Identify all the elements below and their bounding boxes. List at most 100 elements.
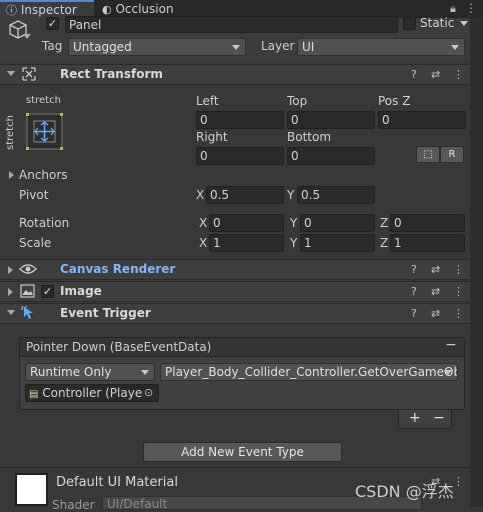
help-icon[interactable]: ? bbox=[411, 65, 417, 84]
static-label: Static bbox=[420, 16, 455, 30]
add-listener-button[interactable]: + bbox=[409, 410, 421, 426]
help-icon[interactable]: ? bbox=[411, 304, 417, 323]
static-checkbox[interactable] bbox=[403, 17, 416, 30]
event-entry-title: Pointer Down (BaseEventData) bbox=[26, 340, 212, 354]
rect-transform-icon bbox=[21, 66, 37, 82]
pivot-x-axis-label: X bbox=[196, 188, 205, 202]
rotation-y-axis-label: Y bbox=[290, 216, 298, 230]
layer-value: UI bbox=[302, 40, 315, 54]
tag-value: Untagged bbox=[73, 40, 132, 54]
scale-y-field[interactable]: 1 bbox=[300, 234, 375, 252]
posz-label: Pos Z bbox=[378, 94, 411, 108]
add-new-event-type-button[interactable]: Add New Event Type bbox=[143, 442, 342, 462]
canvas-renderer-title: Canvas Renderer bbox=[60, 262, 176, 276]
remove-listener-button[interactable]: − bbox=[433, 410, 445, 426]
shader-label: Shader bbox=[52, 498, 95, 512]
left-field[interactable]: 0 bbox=[196, 111, 284, 129]
runtime-mode-dropdown[interactable]: Runtime Only bbox=[25, 363, 155, 381]
event-trigger-title: Event Trigger bbox=[60, 306, 151, 320]
image-title: Image bbox=[60, 284, 102, 298]
blueprint-mode-button[interactable]: ⬚ bbox=[416, 146, 440, 163]
function-dropdown[interactable]: Player_Body_Collider_Controller.GetOverG… bbox=[160, 363, 458, 381]
static-dropdown[interactable] bbox=[458, 17, 470, 31]
anchor-preset-button[interactable] bbox=[26, 113, 63, 150]
rotation-x-field[interactable]: 0 bbox=[209, 214, 284, 232]
event-trigger-foldout[interactable] bbox=[7, 310, 15, 315]
eye-icon bbox=[19, 262, 37, 276]
help-icon[interactable]: ? bbox=[411, 282, 417, 301]
material-preview-swatch bbox=[15, 473, 48, 506]
layer-label: Layer bbox=[261, 39, 295, 53]
scale-y-axis-label: Y bbox=[290, 236, 298, 250]
occlusion-icon: ◐ bbox=[102, 3, 112, 16]
image-enabled-checkbox[interactable]: ✓ bbox=[41, 285, 54, 298]
scale-label: Scale bbox=[19, 236, 52, 250]
rotation-z-axis-label: Z bbox=[380, 216, 389, 230]
rotation-label: Rotation bbox=[19, 216, 70, 230]
watermark: CSDN @浮杰 bbox=[355, 482, 454, 501]
pivot-y-field[interactable]: 0.5 bbox=[297, 186, 375, 204]
component-menu-icon[interactable]: ⋮ bbox=[453, 282, 464, 301]
remove-event-button[interactable]: − bbox=[445, 337, 457, 353]
presets-icon[interactable]: ⇄ bbox=[431, 260, 440, 279]
component-menu-icon[interactable]: ⋮ bbox=[453, 260, 464, 279]
pivot-label: Pivot bbox=[19, 188, 49, 202]
function-value: Player_Body_Collider_Controller.GetOverG… bbox=[165, 365, 458, 379]
component-menu-icon[interactable]: ⋮ bbox=[453, 304, 464, 323]
layer-dropdown[interactable]: UI bbox=[297, 38, 465, 56]
scrollbar[interactable] bbox=[470, 18, 483, 507]
anchor-preset-top-label: stretch bbox=[26, 95, 61, 106]
image-foldout[interactable] bbox=[8, 288, 13, 296]
icon-dropdown-caret[interactable] bbox=[23, 34, 31, 39]
rotation-x-axis-label: X bbox=[199, 216, 208, 230]
script-icon: ▤ bbox=[29, 389, 39, 400]
target-object-field[interactable]: ▤ Controller (Playe bbox=[25, 384, 159, 402]
tab-occlusion-label: Occlusion bbox=[115, 2, 174, 16]
bottom-label: Bottom bbox=[287, 130, 332, 144]
info-icon: ⓘ bbox=[6, 4, 17, 17]
tab-inspector-label: Inspector bbox=[20, 3, 77, 17]
scale-z-field[interactable]: 1 bbox=[390, 234, 465, 252]
bottom-field[interactable]: 0 bbox=[287, 147, 375, 165]
rotation-z-field[interactable]: 0 bbox=[390, 214, 465, 232]
lock-icon[interactable]: 🔒︎ bbox=[450, 2, 456, 16]
rect-transform-title: Rect Transform bbox=[60, 67, 163, 81]
material-menu-icon[interactable]: ⋮ bbox=[453, 472, 464, 491]
right-field[interactable]: 0 bbox=[196, 147, 284, 165]
left-label: Left bbox=[196, 94, 219, 108]
anchors-foldout[interactable] bbox=[9, 171, 14, 179]
tag-label: Tag bbox=[42, 39, 63, 53]
material-name: Default UI Material bbox=[56, 475, 178, 490]
scale-x-axis-label: X bbox=[199, 236, 208, 250]
presets-icon[interactable]: ⇄ bbox=[431, 65, 440, 84]
right-label: Right bbox=[196, 130, 228, 144]
presets-icon[interactable]: ⇄ bbox=[431, 282, 440, 301]
canvas-renderer-foldout[interactable] bbox=[8, 266, 13, 274]
target-object-value: Controller (Playe bbox=[42, 386, 143, 400]
rect-transform-foldout[interactable] bbox=[7, 71, 15, 76]
tab-menu-icon[interactable]: ⋮ bbox=[465, 1, 477, 15]
rotation-y-field[interactable]: 0 bbox=[300, 214, 375, 232]
divider bbox=[0, 467, 470, 468]
scale-x-field[interactable]: 1 bbox=[209, 234, 284, 252]
shader-value: UI/Default bbox=[107, 497, 168, 510]
presets-icon[interactable]: ⇄ bbox=[431, 304, 440, 323]
anchors-label: Anchors bbox=[19, 168, 68, 182]
help-icon[interactable]: ? bbox=[411, 260, 417, 279]
top-label: Top bbox=[287, 94, 308, 108]
tag-dropdown[interactable]: Untagged bbox=[68, 38, 246, 56]
runtime-mode-value: Runtime Only bbox=[30, 365, 112, 379]
top-field[interactable]: 0 bbox=[287, 111, 375, 129]
pivot-x-field[interactable]: 0.5 bbox=[206, 186, 284, 204]
component-menu-icon[interactable]: ⋮ bbox=[453, 65, 464, 84]
event-trigger-icon bbox=[20, 305, 36, 321]
image-component-icon bbox=[20, 284, 35, 298]
anchor-preset-side-label: stretch bbox=[5, 115, 16, 150]
scale-z-axis-label: Z bbox=[380, 236, 389, 250]
raw-edit-button[interactable]: R bbox=[440, 146, 464, 163]
object-picker-icon[interactable]: ⊙ bbox=[144, 386, 153, 399]
pivot-y-axis-label: Y bbox=[287, 188, 295, 202]
posz-field[interactable]: 0 bbox=[378, 111, 466, 129]
active-checkbox[interactable]: ✓ bbox=[46, 17, 59, 30]
object-name-field[interactable]: Panel bbox=[65, 16, 398, 33]
